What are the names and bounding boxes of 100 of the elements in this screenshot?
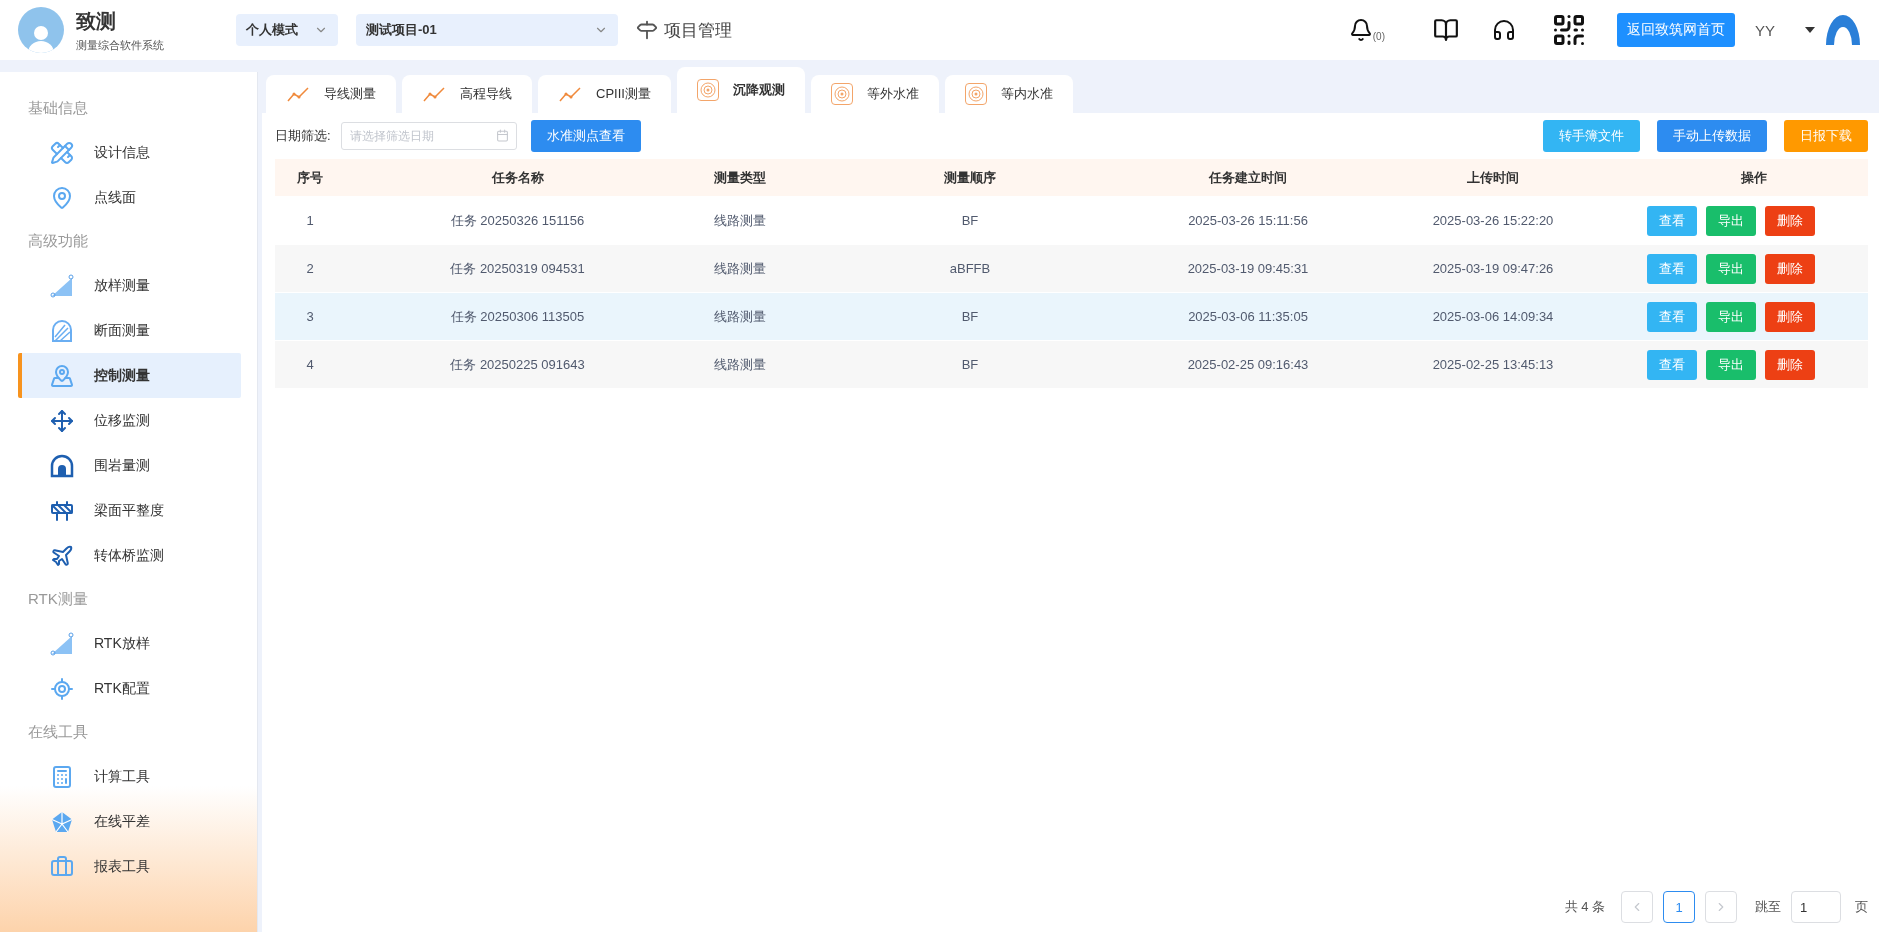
target-icon (696, 79, 719, 101)
locate-icon (50, 676, 74, 701)
sidebar-item-label: 转体桥监测 (94, 546, 164, 565)
sidebar-item[interactable]: 围岩量测 (18, 443, 241, 488)
table-cell-text: 1 (305, 213, 315, 228)
column-header: 序号 (296, 168, 324, 187)
table-cell-text: 线路测量 (713, 211, 767, 230)
user-name[interactable]: YY (1755, 21, 1775, 39)
app-subtitle: 测量综合软件系统 (76, 37, 165, 53)
tab[interactable]: 导线测量 (266, 75, 396, 113)
table-row[interactable]: 3 任务 20250306 113505 线路测量 BF 2025-03-06 11:35:05 2025-03-06 14:09:34 查看 导出 删除 (275, 293, 1868, 341)
barrier-icon (50, 498, 74, 523)
sidebar-item[interactable]: 报表工具 (18, 844, 241, 889)
column-header: 任务建立时间 (1207, 168, 1288, 187)
table-cell-text: 2025-03-06 11:35:05 (1187, 309, 1309, 324)
table-cell-text: 任务 20250319 094531 (449, 259, 586, 278)
table-cell-text: 2025-02-25 09:16:43 (1186, 357, 1310, 372)
tab[interactable]: CPIII测量 (538, 75, 671, 113)
pentagon-icon (50, 809, 74, 834)
sidebar-item[interactable]: 计算工具 (18, 754, 241, 799)
section-title: 基础信息 (27, 98, 89, 118)
arch-icon (50, 453, 74, 478)
slope-line-icon (50, 631, 74, 656)
avatar (18, 7, 64, 53)
table-cell-text: 3 (305, 309, 315, 324)
table-cell-text: 任务 20250306 113505 (449, 307, 586, 326)
sidebar-item-label: 位移监测 (94, 411, 150, 430)
caret-icon[interactable] (1805, 27, 1815, 33)
tab[interactable]: 高程导线 (402, 75, 532, 113)
project-select[interactable]: 测试项目-01 (356, 14, 618, 46)
table-row[interactable]: 2 任务 20250319 094531 线路测量 aBFFB 2025-03-19 09:45:31 2025-03-19 09:47:26 查看 导出 删除 (275, 245, 1868, 293)
sidebar-item[interactable]: 断面测量 (18, 308, 241, 353)
sidebar-item[interactable]: 放样测量 (18, 263, 241, 308)
sidebar-item-label: 围岩量测 (94, 456, 150, 475)
qr-code-icon[interactable] (1551, 12, 1587, 48)
sidebar-item[interactable]: 转体桥监测 (18, 533, 241, 578)
book-icon[interactable] (1433, 17, 1459, 43)
action-button[interactable]: 删除 (1765, 253, 1815, 284)
tab[interactable]: 沉降观测 (676, 67, 805, 113)
date-field[interactable]: 请选择筛选日期 (340, 122, 517, 150)
tab-label: 导线测量 (324, 85, 376, 103)
tab-label: 高程导线 (460, 85, 512, 103)
line-chart-icon (422, 85, 446, 103)
sidebar-item-label: 梁面平整度 (94, 501, 164, 520)
move-arrows-icon (50, 408, 74, 433)
section-title: 在线工具 (27, 722, 89, 742)
table-cell-text: 线路测量 (713, 355, 767, 374)
action-button[interactable]: 删除 (1765, 205, 1815, 236)
hatched-arch-icon (50, 318, 74, 343)
sidebar-item-label: 控制测量 (94, 366, 150, 385)
mode-select[interactable]: 个人模式 (236, 14, 338, 46)
table-row[interactable]: 4 任务 20250225 091643 线路测量 BF 2025-02-25 09:16:43 2025-02-25 13:45:13 查看 导出 删除 (275, 341, 1868, 389)
line-chart-icon (558, 85, 582, 103)
sidebar-item-label: 计算工具 (94, 767, 150, 786)
project-link[interactable]: 项目管理 (636, 18, 732, 42)
column-header: 操作 (1740, 168, 1768, 187)
table-cell-text: 2 (305, 261, 315, 276)
bell-icon[interactable] (1348, 18, 1373, 42)
page-button[interactable]: 1 (1663, 891, 1695, 923)
line-chart-icon (286, 85, 310, 103)
sidebar-item-label: 报表工具 (94, 857, 150, 876)
column-header: 任务名称 (490, 168, 545, 187)
map-pin-icon (50, 185, 74, 210)
table-cell-text: BF (960, 357, 980, 372)
table-cell-text: 任务 20250326 151156 (449, 211, 586, 230)
tab-label: 等内水准 (1000, 85, 1053, 103)
total-count: 共 4 条 (1564, 898, 1605, 916)
page-input[interactable]: 1 (1791, 891, 1841, 923)
section-title: RTK测量 (27, 589, 89, 609)
sidebar-item[interactable]: 梁面平整度 (18, 488, 241, 533)
action-button[interactable]: 删除 (1765, 349, 1815, 380)
table-cell-text: 4 (305, 357, 315, 372)
table-cell-text: aBFFB (948, 261, 992, 276)
column-header: 测量类型 (713, 168, 767, 187)
table-cell-text: 2025-03-19 09:47:26 (1431, 261, 1555, 276)
sidebar-item[interactable]: 点线面 (18, 175, 241, 220)
headset-icon[interactable] (1492, 18, 1516, 42)
tab-label: 等外水准 (866, 85, 919, 103)
table-cell-text: 任务 20250225 091643 (449, 355, 586, 374)
sidebar-item-label: 断面测量 (94, 321, 150, 340)
slope-line-icon (50, 273, 74, 298)
action-button[interactable]: 删除 (1765, 301, 1815, 332)
sidebar-item[interactable]: 控制测量 (18, 353, 241, 398)
briefcase-icon (50, 854, 74, 879)
table-cell-text: BF (960, 213, 980, 228)
tab-label: 沉降观测 (732, 81, 785, 99)
sidebar-item-label: RTK配置 (94, 679, 150, 698)
calculator-icon (50, 764, 74, 789)
sidebar-item[interactable]: RTK配置 (18, 666, 241, 711)
sidebar-item[interactable]: 位移监测 (18, 398, 241, 443)
table-cell-text: BF (960, 309, 980, 324)
pencil-ruler-icon (50, 140, 74, 165)
column-header: 上传时间 (1466, 168, 1520, 187)
tab[interactable]: 等内水准 (944, 75, 1073, 113)
sidebar-item[interactable]: RTK放样 (18, 621, 241, 666)
sidebar-item[interactable]: 在线平差 (18, 799, 241, 844)
table-cell-text: 2025-03-26 15:22:20 (1431, 213, 1555, 228)
column-header: 测量顺序 (943, 168, 997, 187)
sidebar-item[interactable]: 设计信息 (18, 130, 241, 175)
tab[interactable]: 等外水准 (810, 75, 939, 113)
